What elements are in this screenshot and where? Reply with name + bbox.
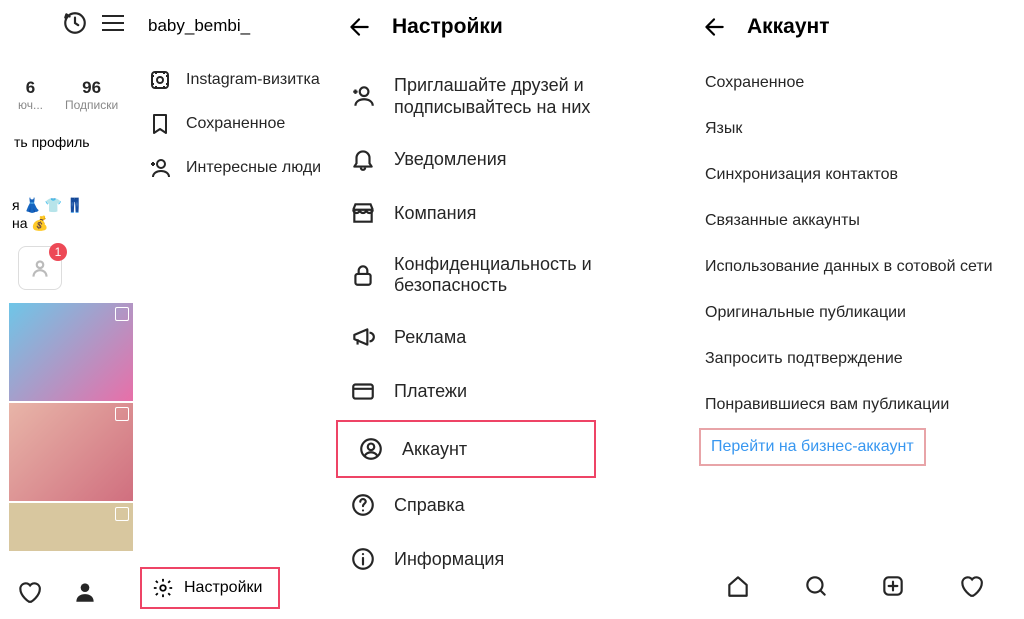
edit-profile-button[interactable]: ть профиль	[8, 130, 96, 154]
multi-post-icon	[115, 307, 129, 321]
settings-privacy[interactable]: Конфиденциальность и безопасность	[330, 240, 685, 310]
settings-invite[interactable]: Приглашайте друзей и подписывайтесь на н…	[330, 60, 685, 132]
home-icon[interactable]	[725, 573, 751, 599]
account-linked[interactable]: Связанные аккаунты	[685, 198, 1024, 244]
stat-subs: 96	[65, 78, 118, 98]
account-original[interactable]: Оригинальные публикации	[685, 290, 1024, 336]
nametag-icon	[148, 68, 172, 92]
account-switch-business[interactable]: Перейти на бизнес-аккаунт	[699, 428, 926, 466]
add-user-icon	[148, 156, 172, 180]
bookmark-icon	[148, 112, 172, 136]
stat-count: 6	[18, 78, 43, 98]
account-language[interactable]: Язык	[685, 106, 1024, 152]
megaphone-icon	[350, 324, 376, 350]
drawer-nametag[interactable]: Instagram-визитка	[140, 58, 330, 102]
bell-icon	[350, 146, 376, 172]
multi-post-icon	[115, 407, 129, 421]
gear-icon	[152, 577, 174, 599]
settings-ads[interactable]: Реклама	[330, 310, 685, 364]
post-thumbnail[interactable]	[8, 302, 134, 402]
account-liked[interactable]: Понравившиеся вам публикации	[685, 382, 1024, 428]
menu-icon[interactable]	[102, 15, 124, 31]
settings-help[interactable]: Справка	[330, 478, 685, 532]
user-icon	[358, 436, 384, 462]
archive-icon[interactable]	[62, 10, 88, 36]
page-title: Аккаунт	[747, 15, 830, 39]
settings-payments[interactable]: Платежи	[330, 364, 685, 418]
back-button[interactable]	[701, 14, 727, 40]
settings-business[interactable]: Компания	[330, 186, 685, 240]
activity-icon[interactable]	[958, 573, 984, 599]
search-icon[interactable]	[803, 573, 829, 599]
back-button[interactable]	[346, 14, 372, 40]
account-cellular[interactable]: Использование данных в сотовой сети	[685, 244, 1024, 290]
card-icon	[350, 378, 376, 404]
account-saved[interactable]: Сохраненное	[685, 60, 1024, 106]
profile-stats: 6юч... 96Подписки	[18, 78, 118, 112]
multi-post-icon	[115, 507, 129, 521]
lock-icon	[350, 262, 376, 288]
account-contacts[interactable]: Синхронизация контактов	[685, 152, 1024, 198]
page-title: Настройки	[392, 15, 503, 39]
post-thumbnail[interactable]	[8, 402, 134, 502]
account-verify[interactable]: Запросить подтверждение	[685, 336, 1024, 382]
settings-notifications[interactable]: Уведомления	[330, 132, 685, 186]
drawer-discover[interactable]: Интересные люди	[140, 146, 330, 190]
profile-tab-icon[interactable]	[72, 579, 98, 605]
drawer-saved[interactable]: Сохраненное	[140, 102, 330, 146]
drawer-settings[interactable]: Настройки	[140, 567, 280, 609]
info-icon	[350, 546, 376, 572]
settings-account[interactable]: Аккаунт	[336, 420, 596, 478]
drawer-username: baby_bembi_	[140, 0, 330, 58]
new-post-icon[interactable]	[880, 573, 906, 599]
help-icon	[350, 492, 376, 518]
post-thumbnail[interactable]	[8, 502, 134, 552]
add-user-icon	[350, 83, 376, 109]
shop-icon	[350, 200, 376, 226]
person-icon	[27, 255, 53, 281]
side-drawer: baby_bembi_ Instagram-визитка Сохраненно…	[140, 0, 330, 190]
settings-about[interactable]: Информация	[330, 532, 685, 586]
post-grid	[8, 302, 134, 552]
bottom-nav	[685, 561, 1024, 611]
activity-icon[interactable]	[16, 579, 42, 605]
story-highlight[interactable]: 1	[18, 246, 62, 290]
bio-text: я 👗 👕 👖 на 💰	[12, 196, 84, 232]
notification-badge: 1	[49, 243, 67, 261]
